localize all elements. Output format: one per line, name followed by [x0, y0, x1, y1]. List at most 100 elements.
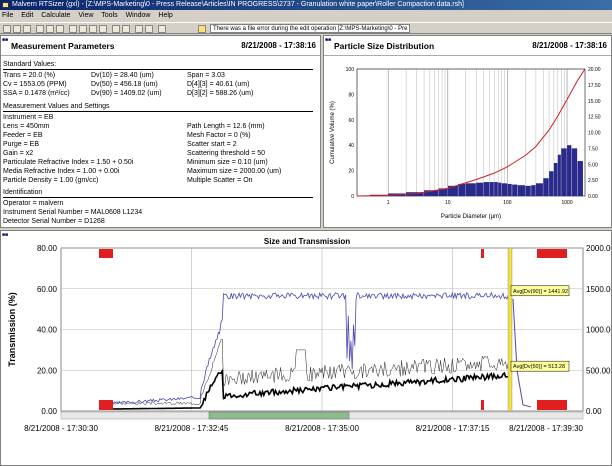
- window-titlebar: Malvern RTSizer (gxl) - [Z:\MPS-Marketin…: [0, 0, 612, 10]
- pane-title: Particle Size Distribution: [334, 41, 435, 51]
- cut-icon[interactable]: [46, 25, 54, 33]
- frequency-bar: [494, 182, 498, 196]
- param-cv: Cv = 1553.05 (PPM): [3, 81, 67, 88]
- frequency-bar: [483, 182, 490, 196]
- y2-tick-label: 500.00: [586, 366, 611, 375]
- settings-icon[interactable]: [135, 25, 143, 33]
- app-icon: [2, 2, 9, 8]
- frequency-bar: [507, 183, 512, 196]
- size-transmission-chart: Size and Transmission 0.00 20.00 40.00 60.00…: [7, 237, 612, 433]
- param-lens: Lens = 450mm: [3, 123, 50, 130]
- y-axis-label: Cumulative Volume (%): [330, 101, 336, 164]
- time-cursor: [507, 247, 513, 412]
- event-marker-bottom: [561, 400, 567, 410]
- frequency-bar: [531, 185, 536, 196]
- frequency-bar: [498, 182, 502, 196]
- event-marker-top: [481, 249, 484, 258]
- x-tick-label: 8/21/2008 - 17:39:30: [509, 424, 583, 433]
- y-tick-label: 0.00: [41, 407, 57, 416]
- frequency-bar: [543, 178, 549, 196]
- chart-title: Size and Transmission: [264, 237, 350, 246]
- frequency-bar: [571, 148, 578, 196]
- section-heading: Identification: [3, 189, 43, 196]
- y2-tick-label: 1500.00: [586, 285, 612, 294]
- frequency-bar: [517, 185, 525, 196]
- menu-tools[interactable]: Tools: [101, 12, 117, 19]
- table-icon[interactable]: [99, 25, 107, 33]
- zoom-out-icon[interactable]: [122, 25, 130, 33]
- param-d43: D[4][3] = 40.61 (um): [187, 81, 250, 88]
- param-ssa: SSA = 0.1478 (m²/cc): [3, 90, 70, 97]
- open-icon[interactable]: [13, 25, 21, 33]
- menu-view[interactable]: View: [78, 12, 93, 19]
- menu-edit[interactable]: Edit: [21, 12, 33, 19]
- y-tick-label: 60: [348, 118, 354, 124]
- cursor-label-dv50: Avg[Dv(50)] = 513.28: [513, 364, 565, 370]
- stop-icon[interactable]: [79, 25, 87, 33]
- measurement-parameters-pane: ■■ Measurement Parameters 8/21/2008 - 17…: [0, 35, 321, 228]
- measurement-header: ■■ Measurement Parameters 8/21/2008 - 17…: [1, 36, 320, 56]
- menu-help[interactable]: Help: [158, 12, 172, 19]
- param-density: Particle Density = 1.00 (gm/cc): [3, 177, 99, 184]
- x-tick-label: 1000: [561, 200, 572, 206]
- param-min-size: Minimum size = 0.10 (um): [187, 159, 268, 166]
- y2-tick-label: 0.00: [586, 407, 602, 416]
- param-detector-serial: Detector Serial Number = D1268: [3, 218, 105, 225]
- param-operator: Operator = malvern: [3, 200, 64, 207]
- print-icon[interactable]: [36, 25, 44, 33]
- scrollbar-thumb[interactable]: [208, 411, 350, 420]
- y-tick-label: 0: [351, 194, 354, 200]
- frequency-bar: [535, 183, 543, 196]
- save-icon[interactable]: [23, 25, 31, 33]
- param-instrument: Instrument = EB: [3, 114, 54, 121]
- zoom-in-icon[interactable]: [112, 25, 120, 33]
- y2-tick-label: 12.50: [588, 115, 601, 121]
- measure-icon[interactable]: [69, 25, 77, 33]
- param-gain: Gain = x2: [3, 150, 34, 157]
- frequency-bar: [489, 182, 494, 196]
- copy-icon[interactable]: [56, 25, 64, 33]
- param-feeder: Feeder = EB: [3, 132, 43, 139]
- y-tick-label: 40: [348, 143, 354, 149]
- menu-window[interactable]: Window: [126, 12, 151, 19]
- chart-icon[interactable]: [89, 25, 97, 33]
- pane-date: 8/21/2008 - 17:38:16: [532, 41, 607, 50]
- y-tick-label: 60.00: [37, 285, 58, 294]
- pane-grip-icon[interactable]: ■■: [325, 37, 331, 43]
- y-tick-label: 80: [348, 92, 354, 98]
- menu-calculate[interactable]: Calculate: [41, 12, 70, 19]
- param-media-ri: Media Refractive Index = 1.00 + 0.00i: [3, 168, 120, 175]
- frequency-bar: [577, 161, 583, 196]
- y2-tick-label: 0.00: [588, 194, 598, 200]
- y2-tick-label: 5.00: [588, 162, 598, 168]
- divider: [3, 111, 313, 112]
- frequency-bar: [525, 185, 531, 196]
- event-marker-bottom: [481, 400, 484, 410]
- frequency-bar: [553, 162, 558, 196]
- param-d32: D[3][2] = 588.26 (um): [187, 90, 254, 97]
- x-tick-label: 8/21/2008 - 17:35:00: [285, 424, 359, 433]
- y2-tick-label: 17.50: [588, 83, 601, 89]
- param-threshold: Scattering threshold = 50: [187, 150, 266, 157]
- x-tick-label: 1: [387, 200, 390, 206]
- y2-tick-label: 15.00: [588, 99, 601, 105]
- frequency-bar: [561, 148, 567, 196]
- help-icon[interactable]: [158, 25, 166, 33]
- toolbar: There was a file error during the edit o…: [0, 22, 612, 34]
- frequency-bar: [512, 184, 518, 196]
- warning-icon: [198, 25, 206, 33]
- frequency-bar: [447, 185, 458, 196]
- section-heading: Standard Values:: [3, 61, 57, 68]
- param-max-size: Maximum size = 2000.00 (um): [187, 168, 282, 175]
- window-title: Malvern RTSizer (gxl) - [Z:\MPS-Marketin…: [12, 1, 464, 8]
- new-icon[interactable]: [3, 25, 11, 33]
- frequency-bar: [458, 183, 466, 196]
- frequency-bar: [557, 154, 561, 196]
- param-purge: Purge = EB: [3, 141, 39, 148]
- menu-file[interactable]: File: [2, 12, 13, 19]
- pane-grip-icon[interactable]: ■■: [2, 37, 8, 43]
- report-icon[interactable]: [145, 25, 153, 33]
- event-marker-bottom: [99, 400, 113, 410]
- y2-tick-label: 2.50: [588, 178, 598, 184]
- param-instrument-serial: Instrument Serial Number = MAL0608 L1234: [3, 209, 143, 216]
